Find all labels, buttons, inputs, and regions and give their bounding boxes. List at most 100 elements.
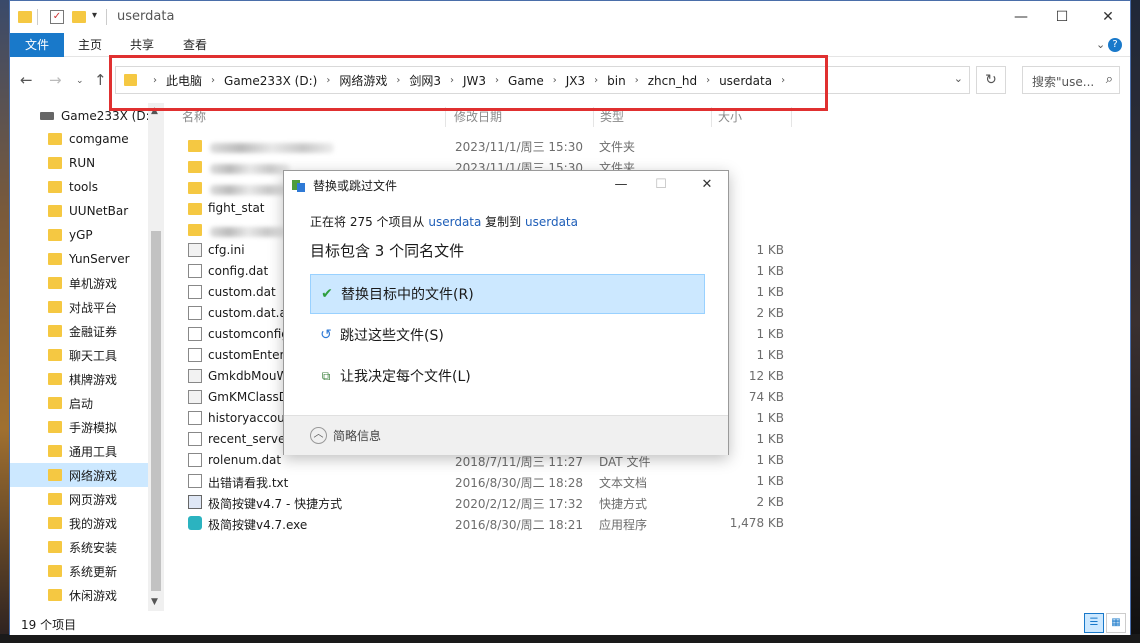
nav-folder-item[interactable]: YunServer bbox=[10, 247, 148, 271]
tab-view[interactable]: 查看 bbox=[183, 33, 207, 57]
nav-folder-item[interactable]: 金融证券 bbox=[10, 319, 148, 343]
dialog-minimize-button[interactable]: — bbox=[606, 173, 636, 197]
folder-icon bbox=[188, 203, 202, 215]
search-input[interactable]: 搜索"use... ⌕ bbox=[1022, 66, 1120, 94]
column-type[interactable]: 类型 bbox=[594, 107, 712, 127]
breadcrumb-item[interactable]: bin bbox=[607, 74, 626, 88]
chevron-right-icon[interactable]: › bbox=[495, 75, 499, 86]
folder-icon bbox=[48, 493, 62, 505]
expand-ribbon-icon[interactable]: ⌄ bbox=[1096, 38, 1105, 51]
dest-folder-link[interactable]: userdata bbox=[525, 215, 578, 229]
nav-folder-item[interactable]: RUN bbox=[10, 151, 148, 175]
column-name[interactable]: 名称 ^ bbox=[176, 107, 446, 127]
chevron-right-icon[interactable]: › bbox=[396, 75, 400, 86]
nav-folder-item[interactable]: comgame bbox=[10, 127, 148, 151]
nav-folder-item[interactable]: 手游模拟 bbox=[10, 415, 148, 439]
source-folder-link[interactable]: userdata bbox=[428, 215, 481, 229]
nav-folder-label: 单机游戏 bbox=[69, 276, 118, 291]
breadcrumb-item[interactable]: 剑网3 bbox=[409, 72, 441, 89]
breadcrumb-item[interactable]: Game bbox=[508, 74, 544, 88]
scroll-up-icon[interactable]: ▲ bbox=[151, 106, 158, 116]
nav-folder-item[interactable]: 休闲游戏 bbox=[10, 583, 148, 607]
nav-folder-item[interactable]: 我的游戏 bbox=[10, 511, 148, 535]
replace-option[interactable]: ✔ 替换目标中的文件(R) bbox=[310, 274, 705, 314]
nav-folder-item[interactable]: 聊天工具 bbox=[10, 343, 148, 367]
copy-mid: 复制到 bbox=[481, 215, 525, 229]
file-icon bbox=[188, 348, 202, 362]
refresh-button[interactable]: ↻ bbox=[976, 66, 1006, 94]
dialog-close-button[interactable]: ✕ bbox=[692, 173, 722, 197]
nav-folder-item[interactable]: 启动 bbox=[10, 391, 148, 415]
nav-folder-item[interactable]: tools bbox=[10, 175, 148, 199]
nav-scroll-thumb[interactable] bbox=[151, 231, 161, 591]
nav-drive[interactable]: Game233X (D:) bbox=[40, 109, 154, 123]
file-row[interactable]: 极简按键v4.7.exe 2016/8/30/周二 18:21 应用程序 1,478 … bbox=[176, 513, 796, 534]
tab-home[interactable]: 主页 bbox=[78, 33, 102, 57]
file-row[interactable]: 出错请看我.txt 2016/8/30/周二 18:28 文本文档 1 KB bbox=[176, 471, 796, 492]
nav-folder-item[interactable]: UUNetBar bbox=[10, 199, 148, 223]
quick-access-dropdown-icon[interactable]: ▾ bbox=[92, 10, 97, 26]
nav-folder-item[interactable]: 对战平台 bbox=[10, 295, 148, 319]
search-placeholder: 搜索"use... bbox=[1032, 75, 1095, 89]
chevron-right-icon[interactable]: › bbox=[594, 75, 598, 86]
new-folder-icon[interactable] bbox=[72, 11, 86, 23]
folder-icon bbox=[48, 301, 62, 313]
replace-or-skip-dialog: 替换或跳过文件 — ☐ ✕ 正在将 275 个项目从 userdata 复制到 … bbox=[283, 170, 729, 455]
nav-folder-item[interactable]: 单机游戏 bbox=[10, 271, 148, 295]
folder-icon bbox=[48, 349, 62, 361]
properties-icon[interactable]: ✓ bbox=[50, 10, 64, 24]
address-dropdown-icon[interactable]: ⌄ bbox=[954, 72, 963, 85]
breadcrumb-item[interactable]: zhcn_hd bbox=[648, 74, 697, 88]
close-button[interactable]: ✕ bbox=[1085, 1, 1131, 33]
breadcrumb-item[interactable]: 此电脑 bbox=[166, 72, 202, 89]
breadcrumb-item[interactable]: Game233X (D:) bbox=[224, 74, 317, 88]
nav-scrollbar[interactable]: ▲ ▼ bbox=[148, 103, 164, 611]
file-name: recent_server bbox=[208, 432, 291, 446]
address-bar[interactable]: › 此电脑 › Game233X (D:) › 网络游戏 › 剑网3 › JW3 › Game › JX3… bbox=[115, 66, 970, 94]
up-arrow-icon[interactable]: ↑ bbox=[94, 71, 107, 89]
decide-option[interactable]: ⧉ 让我决定每个文件(L) bbox=[310, 356, 705, 396]
file-size: 1 KB bbox=[756, 453, 784, 467]
back-arrow-icon[interactable]: ← bbox=[20, 71, 33, 89]
column-date[interactable]: 修改日期 bbox=[448, 107, 594, 127]
nav-folder-item[interactable]: 通用工具 bbox=[10, 439, 148, 463]
nav-folder-item[interactable]: yGP bbox=[10, 223, 148, 247]
large-icons-view-icon[interactable]: ▦ bbox=[1106, 613, 1126, 633]
chevron-right-icon[interactable]: › bbox=[781, 75, 785, 86]
breadcrumb-item[interactable]: userdata bbox=[719, 74, 772, 88]
nav-folder-item[interactable]: 棋牌游戏 bbox=[10, 367, 148, 391]
forward-arrow-icon[interactable]: → bbox=[49, 71, 62, 89]
chevron-right-icon[interactable]: › bbox=[635, 75, 639, 86]
breadcrumb-item[interactable]: 网络游戏 bbox=[339, 72, 387, 89]
scroll-down-icon[interactable]: ▼ bbox=[151, 597, 158, 607]
tab-share[interactable]: 共享 bbox=[130, 33, 154, 57]
help-icon[interactable]: ? bbox=[1108, 38, 1122, 52]
chevron-right-icon[interactable]: › bbox=[450, 75, 454, 86]
chevron-right-icon[interactable]: › bbox=[211, 75, 215, 86]
chevron-right-icon[interactable]: › bbox=[326, 75, 330, 86]
nav-folder-item[interactable]: 系统更新 bbox=[10, 559, 148, 583]
chevron-right-icon[interactable]: › bbox=[153, 75, 157, 86]
copy-progress-text: 正在将 275 个项目从 userdata 复制到 userdata bbox=[310, 213, 578, 230]
skip-option[interactable]: ↺ 跳过这些文件(S) bbox=[310, 315, 705, 355]
chevron-right-icon[interactable]: › bbox=[553, 75, 557, 86]
chevron-up-icon: ︿ bbox=[310, 427, 327, 444]
check-icon: ✔ bbox=[321, 286, 333, 302]
nav-folder-label: 手游模拟 bbox=[69, 420, 118, 435]
nav-folder-item[interactable]: 网络游戏 bbox=[10, 463, 148, 487]
nav-folder-item[interactable]: 系统安装 bbox=[10, 535, 148, 559]
tab-file[interactable]: 文件 bbox=[10, 33, 64, 57]
fewer-details-button[interactable]: ︿ 简略信息 bbox=[310, 427, 381, 444]
recent-locations-icon[interactable]: ⌄ bbox=[76, 76, 84, 86]
file-row[interactable]: 极简按键v4.7 - 快捷方式 2020/2/12/周三 17:32 快捷方式 2 K… bbox=[176, 492, 796, 513]
cfg-icon bbox=[188, 390, 202, 404]
breadcrumb-item[interactable]: JW3 bbox=[463, 74, 486, 88]
maximize-button[interactable]: ☐ bbox=[1039, 1, 1085, 33]
chevron-right-icon[interactable]: › bbox=[706, 75, 710, 86]
nav-folder-item[interactable]: 网页游戏 bbox=[10, 487, 148, 511]
details-view-icon[interactable]: ☰ bbox=[1084, 613, 1104, 633]
desktop-background-bottom bbox=[0, 634, 1140, 643]
minimize-button[interactable]: — bbox=[998, 1, 1044, 33]
column-size[interactable]: 大小 bbox=[712, 107, 792, 127]
breadcrumb-item[interactable]: JX3 bbox=[566, 74, 585, 88]
